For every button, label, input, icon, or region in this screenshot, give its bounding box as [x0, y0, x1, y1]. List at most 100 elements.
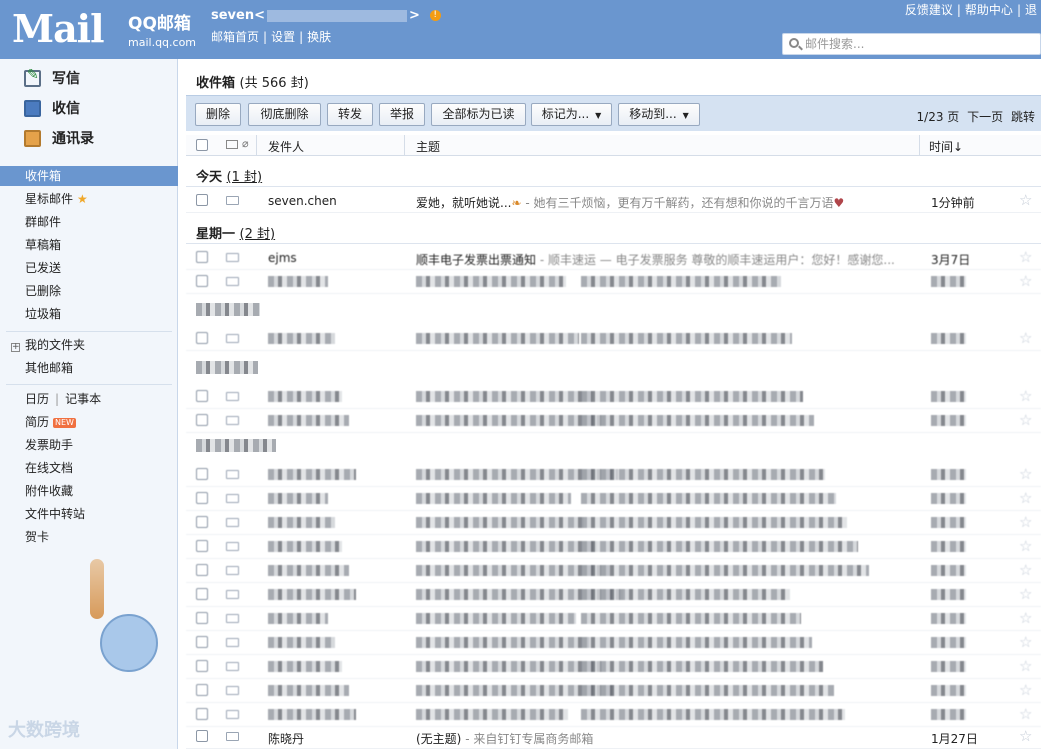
mail-row[interactable]: ☆: [186, 679, 1041, 703]
mark-as-dropdown[interactable]: 标记为... ▼: [531, 103, 612, 126]
group-monday-count[interactable]: (2 封): [240, 227, 276, 242]
mail-row[interactable]: ☆: [186, 270, 1041, 294]
row-subject[interactable]: 顺丰电子发票出票通知 - 顺丰速运 — 电子发票服务 尊敬的顺丰速运用户：您好！…: [416, 251, 916, 268]
mail-row[interactable]: ☆: [186, 535, 1041, 559]
sidebar-item-inbox[interactable]: 收件箱: [0, 166, 178, 186]
mail-row[interactable]: ☆: [186, 703, 1041, 727]
sidebar-item-invoice[interactable]: 发票助手: [0, 435, 178, 455]
column-sender[interactable]: 发件人: [268, 138, 304, 155]
mark-all-read-button[interactable]: 全部标为已读: [431, 103, 526, 126]
sidebar-item-my-folders[interactable]: + 我的文件夹: [0, 335, 178, 355]
link-help[interactable]: 帮助中心: [965, 3, 1013, 17]
row-checkbox[interactable]: [196, 564, 208, 576]
sidebar-item-attachments[interactable]: 附件收藏: [0, 481, 178, 501]
sidebar-item-online-docs[interactable]: 在线文档: [0, 458, 178, 478]
mail-logo[interactable]: Mail: [12, 6, 105, 51]
row-checkbox[interactable]: [196, 540, 208, 552]
row-checkbox[interactable]: [196, 194, 208, 206]
row-checkbox[interactable]: [196, 730, 208, 742]
sidebar-item-resume[interactable]: 简历 NEW: [0, 412, 178, 432]
receive-button[interactable]: 收信: [24, 97, 80, 119]
row-subject[interactable]: 爱她，就听她说...❧ - 她有三千烦恼，更有万千解药，还有想和你说的千言万语♥: [416, 194, 916, 211]
sidebar-item-other-mailbox[interactable]: 其他邮箱: [0, 358, 178, 378]
contacts-button[interactable]: 通讯录: [24, 127, 94, 149]
link-feedback[interactable]: 反馈建议: [905, 3, 953, 17]
star-icon[interactable]: ☆: [1019, 411, 1032, 429]
mail-row[interactable]: seven.chen 爱她，就听她说...❧ - 她有三千烦恼，更有万千解药，还…: [186, 189, 1041, 213]
star-icon[interactable]: ☆: [1019, 537, 1032, 555]
row-checkbox[interactable]: [196, 275, 208, 287]
mail-row[interactable]: ☆: [186, 583, 1041, 607]
mail-row[interactable]: 陈晓丹 (无主题) - 来自钉钉专属商务邮箱 1月27日 ☆: [186, 725, 1041, 749]
next-page-link[interactable]: 下一页: [967, 110, 1003, 124]
star-icon[interactable]: ☆: [1019, 513, 1032, 531]
report-button[interactable]: 举报: [379, 103, 425, 126]
mail-row[interactable]: ejms 顺丰电子发票出票通知 - 顺丰速运 — 电子发票服务 尊敬的顺丰速运用…: [186, 246, 1041, 270]
link-logout[interactable]: 退: [1025, 3, 1037, 17]
mail-row[interactable]: ☆: [186, 327, 1041, 351]
star-icon[interactable]: ☆: [1019, 387, 1032, 405]
group-today-count[interactable]: (1 封): [227, 170, 263, 185]
compose-button[interactable]: 写信: [24, 67, 80, 89]
star-icon[interactable]: ☆: [1019, 727, 1032, 745]
row-checkbox[interactable]: [196, 660, 208, 672]
mail-row[interactable]: ☆: [186, 511, 1041, 535]
mail-row[interactable]: ☆: [186, 487, 1041, 511]
sidebar-item-deleted[interactable]: 已删除: [0, 281, 178, 301]
select-all-checkbox[interactable]: [196, 139, 208, 151]
link-settings[interactable]: 设置: [271, 30, 295, 44]
mail-row[interactable]: ☆: [186, 655, 1041, 679]
mail-row[interactable]: ☆: [186, 409, 1041, 433]
star-icon[interactable]: ☆: [1019, 248, 1032, 266]
column-subject[interactable]: 主题: [416, 138, 440, 155]
delete-button[interactable]: 删除: [195, 103, 241, 126]
star-icon[interactable]: ☆: [1019, 633, 1032, 651]
row-checkbox[interactable]: [196, 492, 208, 504]
row-checkbox[interactable]: [196, 251, 208, 263]
star-icon[interactable]: ☆: [1019, 465, 1032, 483]
row-sender[interactable]: seven.chen: [268, 194, 337, 208]
star-icon[interactable]: ☆: [1019, 681, 1032, 699]
jump-link[interactable]: 跳转: [1011, 110, 1035, 124]
star-icon[interactable]: ☆: [1019, 609, 1032, 627]
star-icon[interactable]: ☆: [1019, 191, 1032, 209]
move-to-dropdown[interactable]: 移动到... ▼: [618, 103, 700, 126]
star-icon[interactable]: ☆: [1019, 705, 1032, 723]
sidebar-item-drafts[interactable]: 草稿箱: [0, 235, 178, 255]
row-checkbox[interactable]: [196, 390, 208, 402]
sidebar-item-calendar[interactable]: 日历: [25, 392, 49, 406]
star-icon[interactable]: ☆: [1019, 561, 1032, 579]
star-icon[interactable]: ☆: [1019, 489, 1032, 507]
row-checkbox[interactable]: [196, 636, 208, 648]
perm-delete-button[interactable]: 彻底删除: [248, 103, 321, 126]
warning-icon[interactable]: !: [429, 10, 441, 21]
sidebar-item-group-mail[interactable]: 群邮件: [0, 212, 178, 232]
row-checkbox[interactable]: [196, 332, 208, 344]
mail-row[interactable]: ☆: [186, 559, 1041, 583]
sidebar-item-notes[interactable]: 记事本: [65, 392, 101, 406]
attachment-icon[interactable]: ⌀: [242, 137, 249, 150]
row-sender[interactable]: 陈晓丹: [268, 730, 304, 747]
row-subject[interactable]: (无主题) - 来自钉钉专属商务邮箱: [416, 730, 916, 747]
sidebar-item-greeting-cards[interactable]: 贺卡: [0, 527, 178, 547]
star-icon[interactable]: ☆: [1019, 329, 1032, 347]
star-icon[interactable]: ☆: [1019, 272, 1032, 290]
row-sender[interactable]: ejms: [268, 251, 297, 265]
link-mail-home[interactable]: 邮箱首页: [211, 30, 259, 44]
row-checkbox[interactable]: [196, 612, 208, 624]
sidebar-item-sent[interactable]: 已发送: [0, 258, 178, 278]
link-skin[interactable]: 换肤: [307, 30, 331, 44]
row-checkbox[interactable]: [196, 414, 208, 426]
mail-row[interactable]: ☆: [186, 463, 1041, 487]
read-status-icon[interactable]: [226, 140, 238, 149]
star-icon[interactable]: ☆: [1019, 657, 1032, 675]
sidebar-item-spam[interactable]: 垃圾箱: [0, 304, 178, 324]
row-checkbox[interactable]: [196, 708, 208, 720]
row-checkbox[interactable]: [196, 588, 208, 600]
forward-button[interactable]: 转发: [327, 103, 373, 126]
row-checkbox[interactable]: [196, 516, 208, 528]
sidebar-item-starred[interactable]: 星标邮件 ★: [0, 189, 178, 209]
expand-plus-icon[interactable]: +: [11, 343, 20, 352]
column-time[interactable]: 时间↓: [929, 138, 963, 155]
sidebar-item-file-transfer[interactable]: 文件中转站: [0, 504, 178, 524]
